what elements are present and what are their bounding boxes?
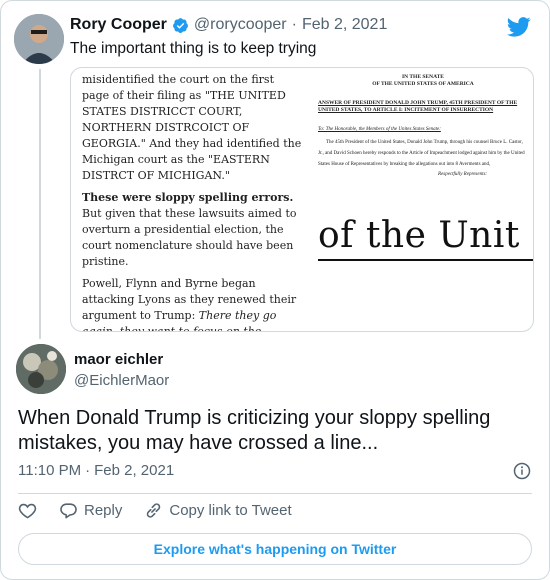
separator-dot: · <box>85 462 91 479</box>
article-paragraph-3: Powell, Flynn and Byrne began attacking … <box>82 276 302 331</box>
tweet-actions: Reply Copy link to Tweet <box>18 501 314 520</box>
article-paragraph-1: misidentified the court on the first pag… <box>82 73 302 182</box>
copy-link-button[interactable]: Copy link to Tweet <box>144 501 292 520</box>
bold-lead-rest: But <box>82 207 102 220</box>
separator-dot: · <box>291 16 297 33</box>
reply-icon <box>60 503 77 519</box>
doc-salutation: To: The Honorable, the Members of the Un… <box>318 127 441 132</box>
reply-tweet-text: When Donald Trump is criticizing your sl… <box>18 407 491 454</box>
reply-author-name[interactable]: maor eichler <box>74 351 163 368</box>
doc-header-1: IN THE SENATE <box>402 74 444 80</box>
twitter-bird-icon[interactable] <box>507 17 531 37</box>
tweet-media-image[interactable]: misidentified the court on the first pag… <box>70 67 534 332</box>
verified-badge-icon <box>172 17 188 33</box>
reply-date[interactable]: Feb 2, 2021 <box>94 462 174 479</box>
doc-header-2: OF THE UNITED STATES OF AMERICA <box>372 81 474 87</box>
reply-timestamp[interactable]: 11:10 PM · Feb 2, 2021 <box>18 462 174 479</box>
doc-title: ANSWER OF PRESIDENT DONALD JOHN TRUMP, 4… <box>318 100 518 113</box>
like-button[interactable] <box>18 501 37 520</box>
tweet-date[interactable]: Feb 2, 2021 <box>302 16 387 34</box>
explore-twitter-button[interactable]: Explore what's happening on Twitter <box>18 533 532 565</box>
reply-time[interactable]: 11:10 PM <box>18 462 81 479</box>
embedded-tweet-card: Rory Cooper @rorycooper · Feb 2, 2021 Th… <box>0 0 550 580</box>
author-name[interactable]: Rory Cooper <box>70 16 167 34</box>
parent-tweet-header: Rory Cooper @rorycooper · Feb 2, 2021 <box>70 16 387 34</box>
info-icon[interactable] <box>513 462 531 480</box>
article-excerpt: misidentified the court on the first pag… <box>82 72 302 331</box>
reply-author-handle[interactable]: @EichlerMaor <box>74 372 169 389</box>
doc-respectfully: Respectfully Represents: <box>438 172 488 177</box>
reply-label: Reply <box>84 502 123 519</box>
article-paragraph-2-body: given that these lawsuits aimed to overt… <box>82 207 297 268</box>
link-icon <box>147 503 161 518</box>
copy-link-label: Copy link to Tweet <box>169 502 292 519</box>
doc-body: The 45th President of the United States,… <box>318 140 525 167</box>
heart-icon <box>18 503 37 519</box>
senate-document-excerpt: IN THE SENATE OF THE UNITED STATES OF AM… <box>318 70 533 330</box>
reply-button[interactable]: Reply <box>59 501 122 520</box>
avatar-rory-cooper[interactable] <box>14 14 64 64</box>
author-handle[interactable]: @rorycooper <box>194 16 287 34</box>
divider <box>18 493 532 494</box>
doc-zoomed-text: of the Unit <box>318 215 520 256</box>
avatar-maor-eichler[interactable] <box>16 344 66 394</box>
doc-zoomed-underline <box>318 259 533 261</box>
parent-tweet-text: The important thing is to keep trying <box>70 40 317 57</box>
article-paragraph-2: These were sloppy spelling errors. But g… <box>82 190 302 270</box>
bold-lead: These were sloppy spelling errors. <box>82 191 294 204</box>
thread-connector-line <box>39 69 41 339</box>
